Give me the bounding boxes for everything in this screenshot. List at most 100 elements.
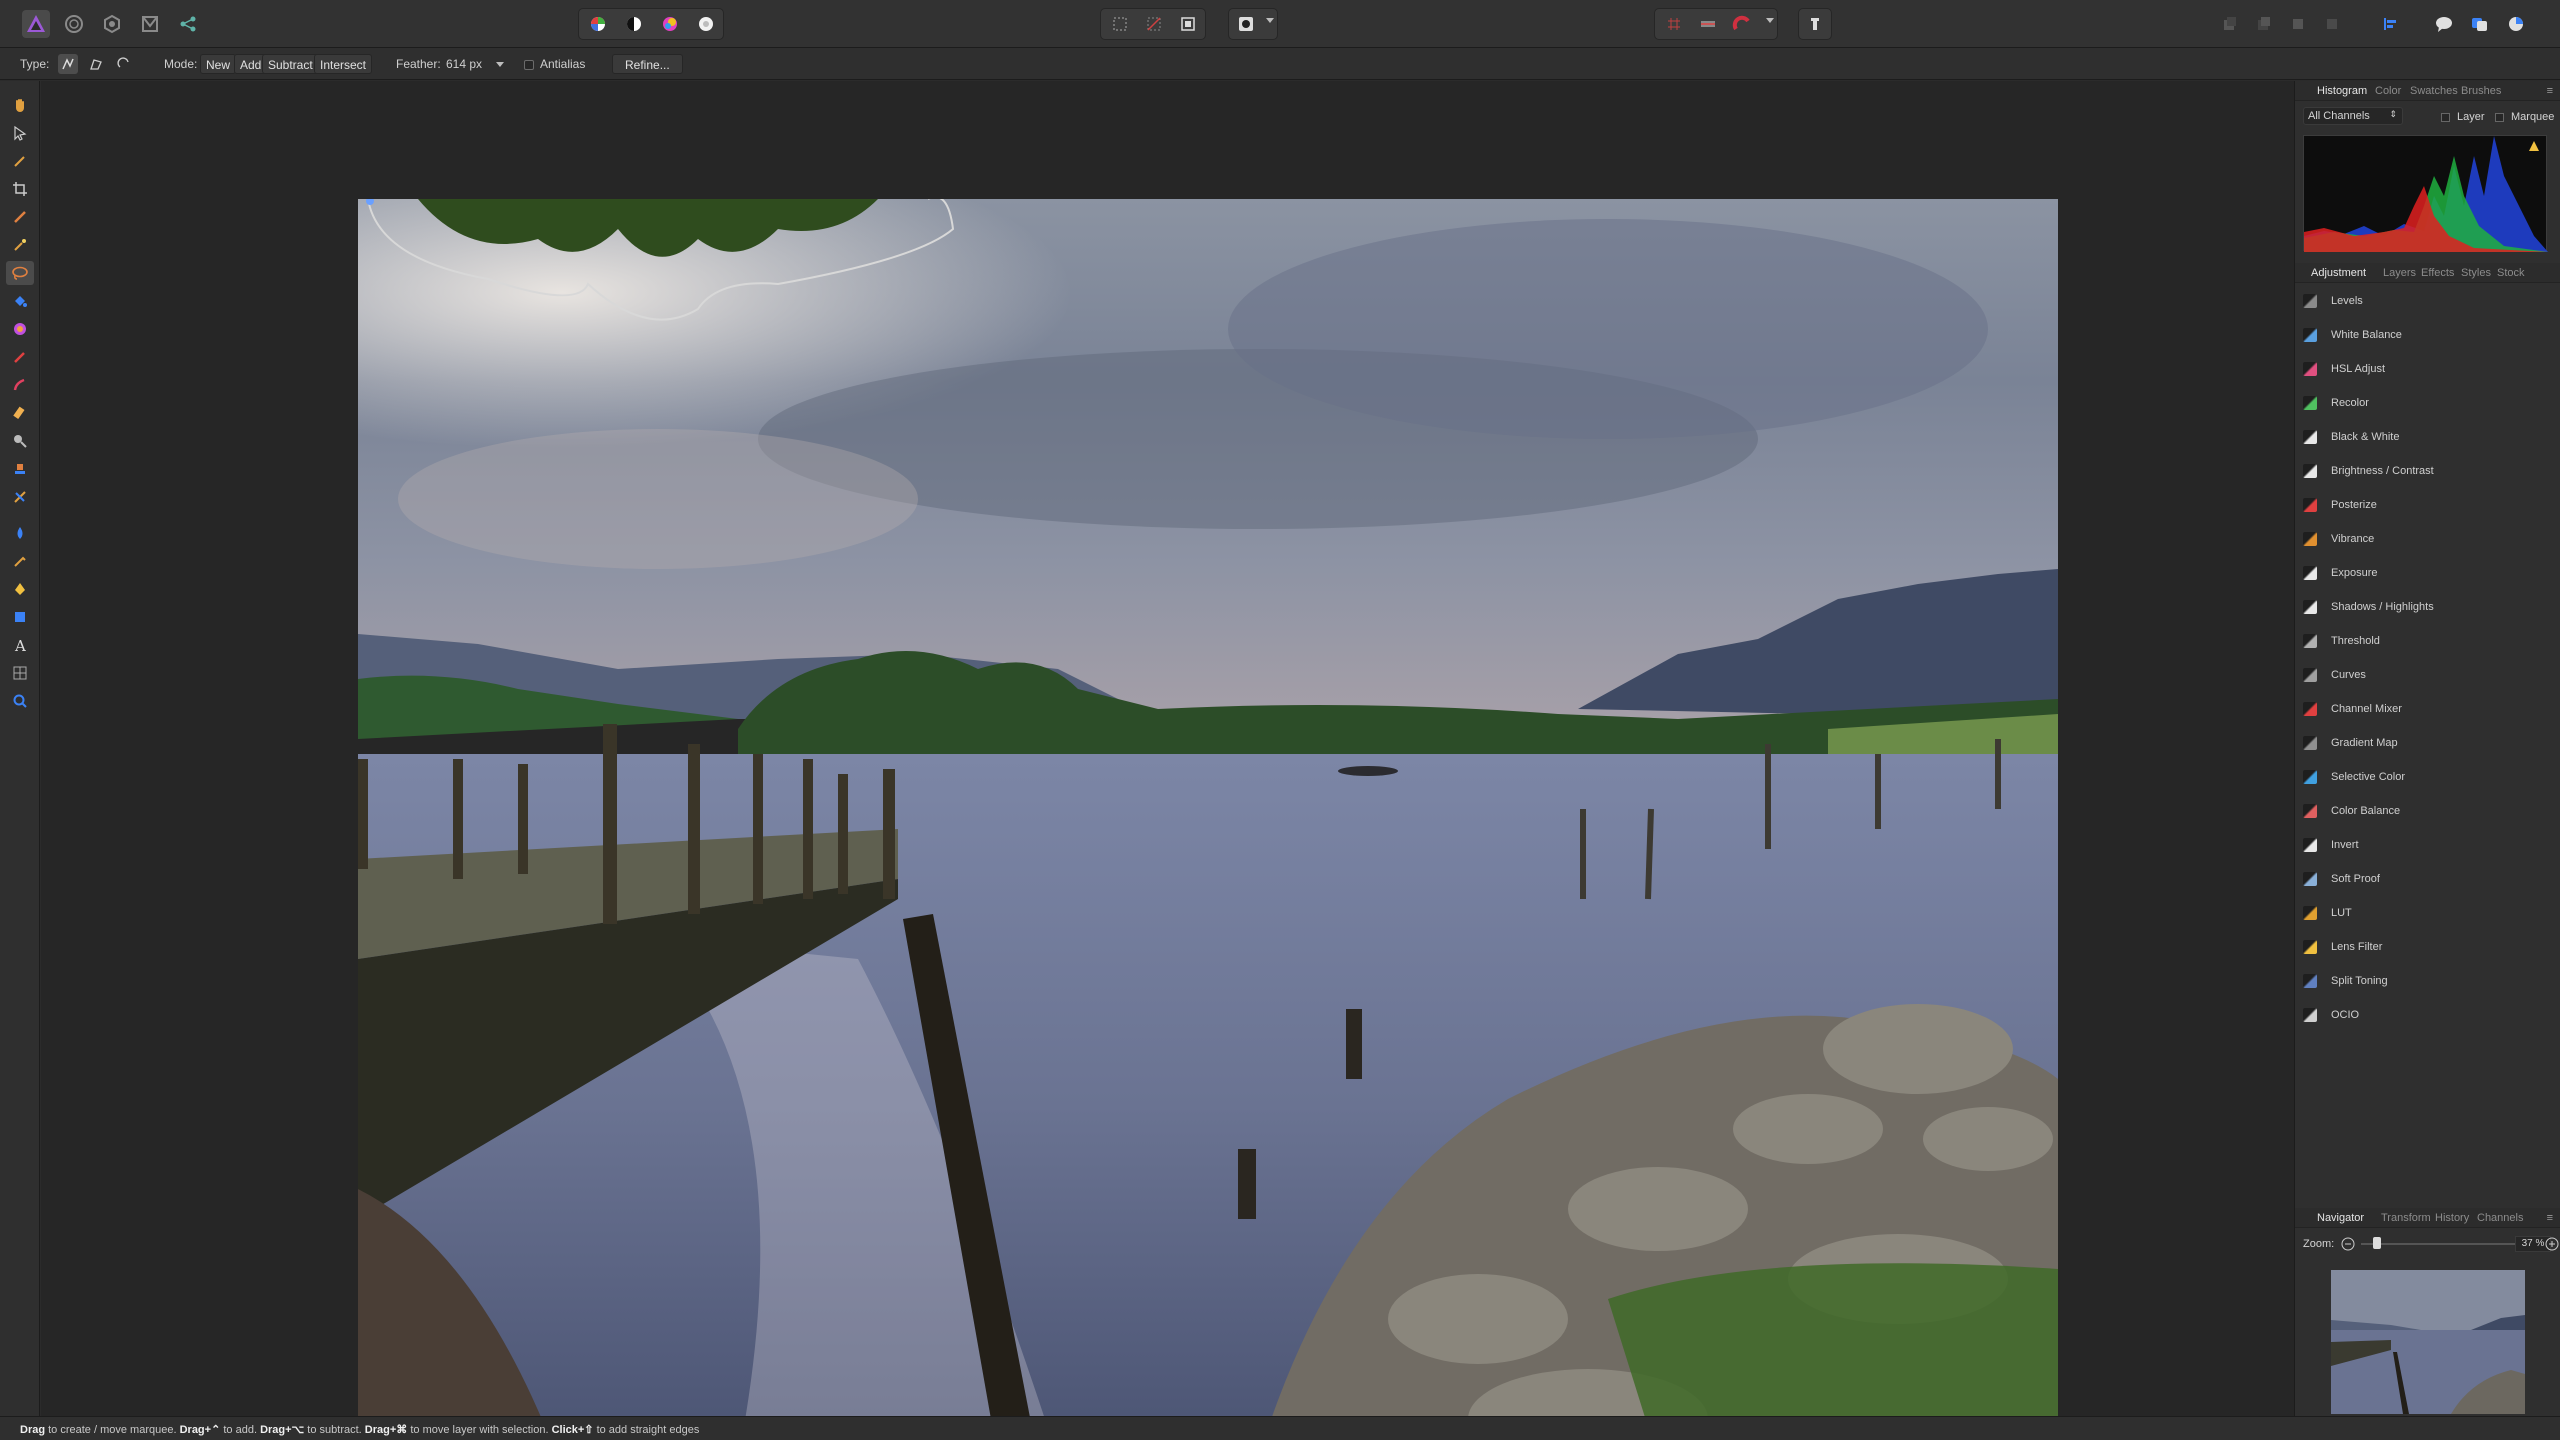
arrange-forward-icon[interactable] bbox=[2284, 10, 2312, 38]
rectangle-tool-icon[interactable] bbox=[6, 605, 34, 629]
tab-history[interactable]: History bbox=[2435, 1212, 2469, 1224]
tab-adjustment[interactable]: Adjustment bbox=[2311, 267, 2366, 279]
clone-brush-icon[interactable] bbox=[6, 457, 34, 481]
mesh-warp-icon[interactable] bbox=[6, 661, 34, 685]
tab-transform[interactable]: Transform bbox=[2381, 1212, 2431, 1224]
align-icon[interactable] bbox=[2376, 10, 2404, 38]
channel-select[interactable]: All Channels ⇕ bbox=[2303, 107, 2403, 125]
freehand-selection-icon[interactable] bbox=[6, 261, 34, 285]
tab-navigator[interactable]: Navigator bbox=[2317, 1212, 2364, 1224]
text-tool-icon[interactable]: A bbox=[6, 633, 34, 657]
hide-selection-icon[interactable] bbox=[1140, 10, 1168, 38]
show-selection-icon[interactable] bbox=[1106, 10, 1134, 38]
flood-fill-icon[interactable] bbox=[6, 289, 34, 313]
arrange-backward-icon[interactable] bbox=[2250, 10, 2278, 38]
histogram-menu-icon[interactable]: ≡ bbox=[2547, 85, 2553, 97]
gradient-tool-icon[interactable] bbox=[6, 317, 34, 341]
tab-histogram[interactable]: Histogram bbox=[2317, 85, 2367, 97]
auto-colors-icon[interactable] bbox=[656, 10, 684, 38]
mask-icon[interactable] bbox=[1232, 10, 1260, 38]
arrange-front-icon[interactable] bbox=[2318, 10, 2346, 38]
healing-brush-icon[interactable] bbox=[6, 485, 34, 509]
marquee-checkbox[interactable] bbox=[2495, 113, 2504, 122]
mode-subtract-button[interactable]: Subtract bbox=[262, 54, 319, 74]
mask-dropdown-arrow-icon[interactable] bbox=[1266, 18, 1274, 23]
freehand-lasso-icon[interactable] bbox=[58, 54, 78, 74]
assistant-icon[interactable] bbox=[1801, 10, 1829, 38]
zoom-slider-thumb[interactable] bbox=[2373, 1237, 2381, 1249]
tab-styles[interactable]: Styles bbox=[2461, 267, 2491, 279]
export-persona-icon[interactable] bbox=[174, 10, 202, 38]
adjustment-item[interactable]: Levels bbox=[2295, 284, 2560, 318]
tab-brushes[interactable]: Brushes bbox=[2461, 85, 2501, 97]
crop-tool-icon[interactable] bbox=[6, 177, 34, 201]
tab-color[interactable]: Color bbox=[2375, 85, 2401, 97]
liquify-persona-icon[interactable] bbox=[60, 10, 88, 38]
studio-icon[interactable] bbox=[2466, 10, 2494, 38]
auto-contrast-icon[interactable] bbox=[620, 10, 648, 38]
dodge-brush-icon[interactable] bbox=[6, 429, 34, 453]
adjustment-item[interactable]: Curves bbox=[2295, 658, 2560, 692]
adjustment-item[interactable]: Soft Proof bbox=[2295, 862, 2560, 896]
quick-mask-icon[interactable] bbox=[1174, 10, 1202, 38]
mode-new-button[interactable]: New bbox=[200, 54, 237, 74]
mode-intersect-button[interactable]: Intersect bbox=[314, 54, 373, 74]
adjustment-item[interactable]: White Balance bbox=[2295, 318, 2560, 352]
erase-brush-icon[interactable] bbox=[6, 401, 34, 425]
chat-icon[interactable] bbox=[2430, 10, 2458, 38]
adjustment-item[interactable]: LUT bbox=[2295, 896, 2560, 930]
view-hand-icon[interactable] bbox=[6, 93, 34, 117]
color-picker-icon[interactable] bbox=[6, 149, 34, 173]
zoom-out-icon[interactable] bbox=[2341, 1237, 2355, 1251]
adjustment-item[interactable]: Recolor bbox=[2295, 386, 2560, 420]
antialias-checkbox[interactable] bbox=[524, 60, 534, 70]
adjustment-item[interactable]: Shadows / Highlights bbox=[2295, 590, 2560, 624]
move-tool-icon[interactable] bbox=[6, 121, 34, 145]
adjustment-item[interactable]: Brightness / Contrast bbox=[2295, 454, 2560, 488]
adjustment-item[interactable]: Threshold bbox=[2295, 624, 2560, 658]
adjustment-item[interactable]: Posterize bbox=[2295, 488, 2560, 522]
arrange-back-icon[interactable] bbox=[2216, 10, 2244, 38]
tone-mapping-persona-icon[interactable] bbox=[136, 10, 164, 38]
pen-tool-icon[interactable] bbox=[6, 577, 34, 601]
layer-checkbox[interactable] bbox=[2441, 113, 2450, 122]
polygonal-lasso-icon[interactable] bbox=[86, 54, 106, 74]
adjustment-item[interactable]: Color Balance bbox=[2295, 794, 2560, 828]
photo-canvas[interactable] bbox=[358, 199, 2058, 1440]
adjustment-item[interactable]: Vibrance bbox=[2295, 522, 2560, 556]
tab-stock[interactable]: Stock bbox=[2497, 267, 2525, 279]
snapping-magnet-icon[interactable] bbox=[1728, 10, 1756, 38]
adjustment-item[interactable]: HSL Adjust bbox=[2295, 352, 2560, 386]
photo-persona-icon[interactable] bbox=[22, 10, 50, 38]
develop-persona-icon[interactable] bbox=[98, 10, 126, 38]
feather-value[interactable]: 614 px bbox=[446, 57, 482, 71]
canvas-area[interactable] bbox=[41, 81, 2294, 1440]
navigator-thumbnail[interactable] bbox=[2331, 1270, 2525, 1414]
auto-levels-icon[interactable] bbox=[584, 10, 612, 38]
snapping-dropdown-arrow-icon[interactable] bbox=[1766, 18, 1774, 23]
zoom-tool-icon[interactable] bbox=[6, 689, 34, 713]
tab-channels[interactable]: Channels bbox=[2477, 1212, 2523, 1224]
adjustment-item[interactable]: Selective Color bbox=[2295, 760, 2560, 794]
navigator-menu-icon[interactable]: ≡ bbox=[2547, 1212, 2553, 1224]
paint-brush-icon[interactable] bbox=[6, 345, 34, 369]
auto-white-balance-icon[interactable] bbox=[692, 10, 720, 38]
adjustment-item[interactable]: Invert bbox=[2295, 828, 2560, 862]
magnetic-lasso-icon[interactable] bbox=[114, 54, 134, 74]
zoom-slider[interactable] bbox=[2361, 1243, 2521, 1245]
grid-icon[interactable] bbox=[1660, 10, 1688, 38]
flood-select-icon[interactable] bbox=[6, 233, 34, 257]
smudge-brush-icon[interactable] bbox=[6, 549, 34, 573]
refine-button[interactable]: Refine... bbox=[612, 54, 683, 74]
guides-icon[interactable] bbox=[1694, 10, 1722, 38]
adjustment-item[interactable]: Black & White bbox=[2295, 420, 2560, 454]
adjustment-item[interactable]: Split Toning bbox=[2295, 964, 2560, 998]
selection-brush-icon[interactable] bbox=[6, 205, 34, 229]
adjustment-item[interactable]: Lens Filter bbox=[2295, 930, 2560, 964]
adjustment-item[interactable]: Gradient Map bbox=[2295, 726, 2560, 760]
adjustment-item[interactable]: Exposure bbox=[2295, 556, 2560, 590]
tab-effects[interactable]: Effects bbox=[2421, 267, 2454, 279]
adjustment-item[interactable]: Channel Mixer bbox=[2295, 692, 2560, 726]
tab-swatches[interactable]: Swatches bbox=[2410, 85, 2458, 97]
tab-layers[interactable]: Layers bbox=[2383, 267, 2416, 279]
